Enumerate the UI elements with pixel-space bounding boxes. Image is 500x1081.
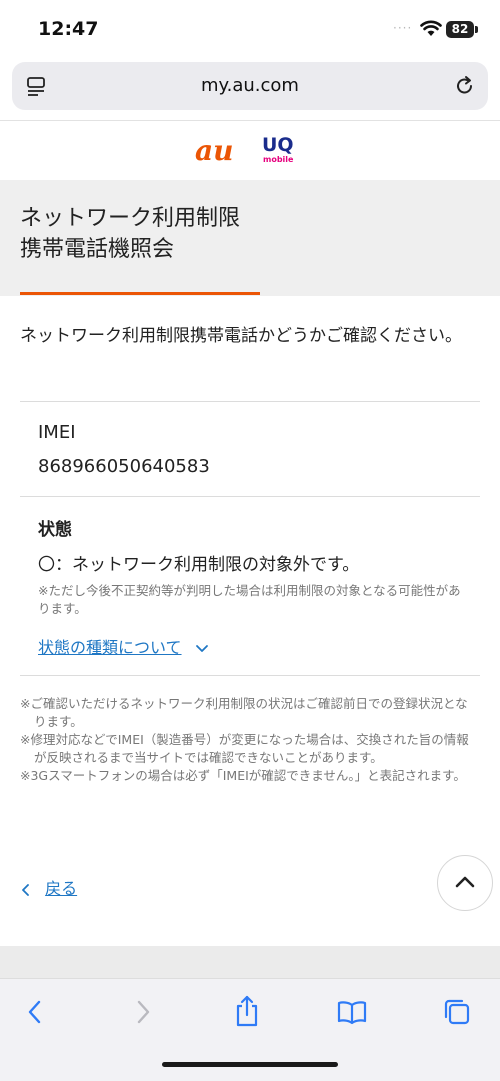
cellular-signal: ····: [393, 21, 413, 35]
notes-list: ※ご確認いただけるネットワーク利用制限の状況はご確認前日での登録状況となります。…: [20, 695, 472, 785]
battery-indicator: 82: [446, 21, 474, 38]
intro-text: ネットワーク利用制限携帯電話かどうかご確認ください。: [20, 326, 462, 346]
status-time: 12:47: [38, 18, 99, 40]
url-text[interactable]: my.au.com: [12, 62, 488, 110]
note-item: ※修理対応などでIMEI（製造番号）が変更になった場合は、交換された旨の情報が反…: [20, 732, 469, 765]
page-title-line1: ネットワーク利用制限: [20, 206, 241, 231]
chevron-up-icon[interactable]: [454, 875, 476, 889]
imei-label: IMEI: [38, 422, 76, 443]
battery-nub: [475, 26, 478, 33]
divider: [20, 675, 480, 676]
reload-icon[interactable]: [454, 75, 476, 97]
note-item: ※ご確認いただけるネットワーク利用制限の状況はご確認前日での登録状況となります。: [20, 696, 468, 729]
uq-mobile-label: mobile: [263, 155, 294, 164]
footer-band: [0, 946, 500, 978]
back-link-label[interactable]: 戻る: [45, 879, 77, 898]
title-underline: [20, 292, 260, 295]
page-title-line2: 携帯電話機照会: [20, 237, 175, 262]
status-types-toggle[interactable]: 状態の種類について: [38, 634, 209, 658]
home-indicator: [162, 1062, 338, 1067]
status-value: 〇：ネットワーク利用制限の対象外です。: [38, 555, 360, 575]
scroll-to-top-button[interactable]: [437, 855, 493, 911]
forward-arrow-icon[interactable]: [132, 998, 154, 1026]
back-arrow-icon[interactable]: [24, 998, 46, 1026]
share-icon[interactable]: [233, 994, 261, 1028]
status-note: ※ただし今後不正契約等が判明した場合は利用制限の対象となる可能性があります。: [38, 583, 461, 616]
chevron-left-icon[interactable]: [20, 883, 30, 897]
page-title: ネットワーク利用制限 携帯電話機照会: [20, 203, 240, 265]
status-label: 状態: [38, 520, 72, 540]
chevron-down-icon[interactable]: [195, 644, 209, 654]
imei-value: 868966050640583: [38, 456, 210, 477]
uq-logo[interactable]: UQ: [262, 136, 294, 155]
wifi-icon: [420, 20, 442, 36]
status-types-link[interactable]: 状態の種類について: [38, 638, 182, 657]
divider: [20, 496, 480, 497]
address-bar[interactable]: my.au.com: [12, 62, 488, 110]
divider: [20, 401, 480, 402]
back-link[interactable]: 戻る: [20, 875, 77, 899]
bookmarks-icon[interactable]: [336, 999, 368, 1025]
note-item: ※3Gスマートフォンの場合は必ず「IMEIが確認できません。」と表記されます。: [20, 768, 466, 783]
tabs-icon[interactable]: [442, 997, 472, 1027]
reader-icon[interactable]: [26, 76, 48, 98]
au-logo[interactable]: au: [195, 134, 234, 167]
divider: [0, 120, 500, 121]
